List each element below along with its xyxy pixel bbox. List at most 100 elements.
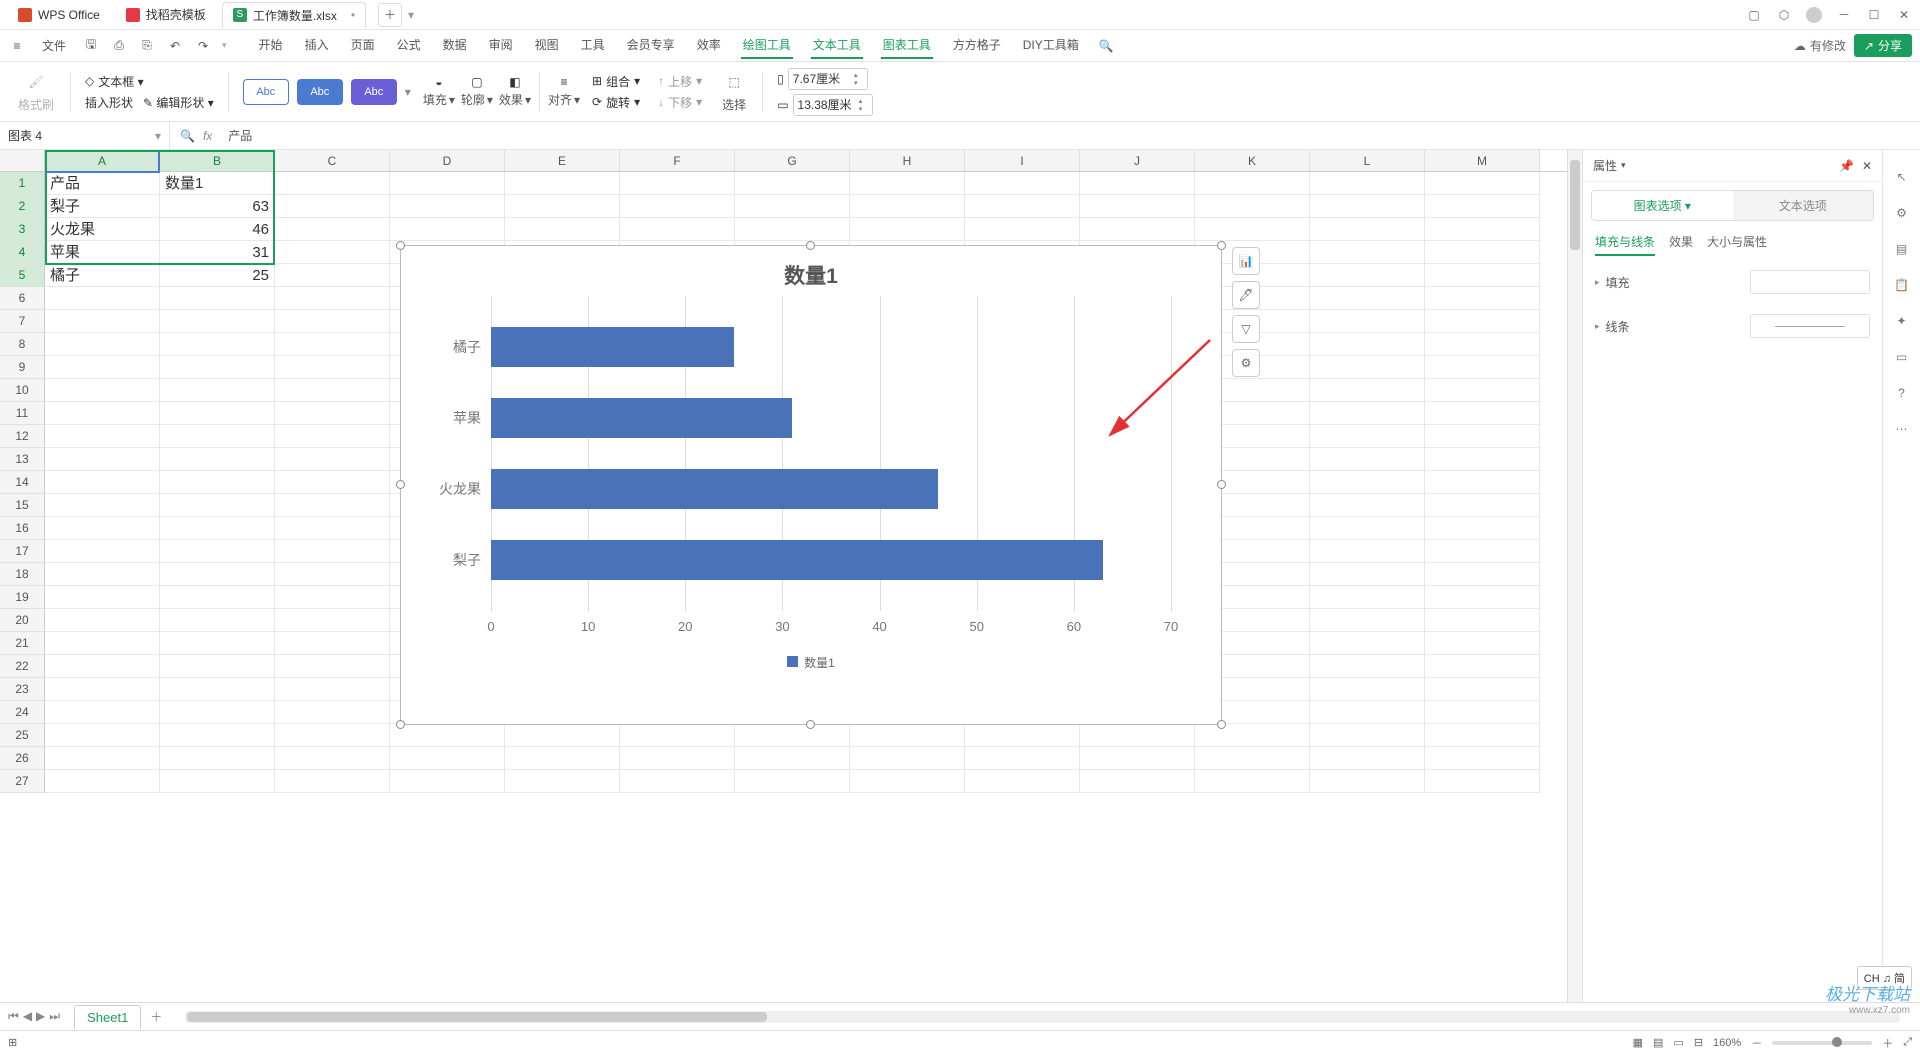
cell[interactable] (45, 517, 160, 540)
cell[interactable] (620, 172, 735, 195)
cell[interactable] (1310, 494, 1425, 517)
cell[interactable] (160, 287, 275, 310)
settings-side-icon[interactable]: ⚙ (1896, 206, 1907, 220)
resize-handle[interactable] (396, 480, 405, 489)
cell[interactable] (850, 724, 965, 747)
col-header[interactable]: J (1080, 150, 1195, 171)
row-header[interactable]: 10 (0, 379, 45, 402)
cell[interactable] (45, 310, 160, 333)
resize-handle[interactable] (1217, 480, 1226, 489)
chart-object[interactable]: 数量1 010203040506070橘子苹果火龙果梨子 数量1 (400, 245, 1222, 725)
cell[interactable] (1425, 586, 1540, 609)
cell[interactable] (1425, 402, 1540, 425)
cell[interactable] (160, 724, 275, 747)
chart-plot-area[interactable]: 010203040506070橘子苹果火龙果梨子 (491, 296, 1171, 646)
cell[interactable] (1425, 494, 1540, 517)
effect-dropdown[interactable]: ◧效果▾ (499, 75, 531, 108)
resize-handle[interactable] (806, 241, 815, 250)
hamburger-icon[interactable]: ≡ (8, 37, 26, 55)
search-icon[interactable]: 🔍 (1099, 39, 1114, 53)
cell[interactable] (1310, 310, 1425, 333)
row-header[interactable]: 15 (0, 494, 45, 517)
ribbon-tab-9[interactable]: 效率 (695, 32, 723, 59)
cell[interactable]: 产品 (45, 172, 160, 195)
ribbon-tab-14[interactable]: DIY工具箱 (1021, 32, 1081, 59)
resize-handle[interactable] (1217, 241, 1226, 250)
row-header[interactable]: 27 (0, 770, 45, 793)
cell[interactable] (1310, 609, 1425, 632)
cell[interactable] (45, 333, 160, 356)
chart-styles-button[interactable]: 🖊 (1232, 281, 1260, 309)
cell[interactable] (390, 195, 505, 218)
sheet-next-icon[interactable]: ▶ (36, 1009, 45, 1024)
row-header[interactable]: 13 (0, 448, 45, 471)
fx-icon[interactable]: fx (203, 129, 212, 143)
row-header[interactable]: 18 (0, 563, 45, 586)
cell[interactable]: 梨子 (45, 195, 160, 218)
row-header[interactable]: 20 (0, 609, 45, 632)
cell[interactable] (160, 517, 275, 540)
ribbon-tab-0[interactable]: 开始 (257, 32, 285, 59)
row-header[interactable]: 9 (0, 356, 45, 379)
cell[interactable] (1310, 747, 1425, 770)
text-options-tab[interactable]: 文本选项 (1733, 191, 1874, 220)
cell[interactable] (1310, 655, 1425, 678)
cell[interactable] (1310, 218, 1425, 241)
sheet-first-icon[interactable]: ⏮ (8, 1009, 19, 1024)
insert-shape-button[interactable]: 插入形状 (85, 94, 133, 111)
cell[interactable] (1425, 724, 1540, 747)
cube-icon[interactable]: ⬡ (1776, 7, 1792, 23)
redo-icon[interactable]: ↷ (194, 37, 212, 55)
cell[interactable] (45, 609, 160, 632)
cell[interactable] (1425, 701, 1540, 724)
cell[interactable] (850, 172, 965, 195)
print-preview-icon[interactable]: ⎘ (138, 37, 156, 55)
cell[interactable] (850, 218, 965, 241)
cell[interactable] (1425, 655, 1540, 678)
cell[interactable] (390, 172, 505, 195)
resize-handle[interactable] (396, 720, 405, 729)
cell[interactable] (505, 724, 620, 747)
sheet-prev-icon[interactable]: ◀ (23, 1009, 32, 1024)
cell[interactable] (45, 747, 160, 770)
cell[interactable] (275, 724, 390, 747)
row-header[interactable]: 12 (0, 425, 45, 448)
cell[interactable] (1310, 195, 1425, 218)
cell[interactable] (1195, 747, 1310, 770)
row-header[interactable]: 7 (0, 310, 45, 333)
cell[interactable] (160, 747, 275, 770)
cell[interactable] (850, 195, 965, 218)
cell[interactable] (45, 770, 160, 793)
chart-settings-button[interactable]: ⚙ (1232, 349, 1260, 377)
ribbon-tab-8[interactable]: 会员专享 (625, 32, 677, 59)
ribbon-tab-3[interactable]: 公式 (395, 32, 423, 59)
col-header[interactable]: G (735, 150, 850, 171)
row-header[interactable]: 4 (0, 241, 45, 264)
cell[interactable] (275, 264, 390, 287)
bar[interactable] (491, 327, 734, 367)
cell[interactable] (965, 770, 1080, 793)
cell[interactable]: 25 (160, 264, 275, 287)
cell[interactable] (45, 379, 160, 402)
cell[interactable] (275, 494, 390, 517)
sheet-last-icon[interactable]: ⏭ (49, 1009, 60, 1024)
ribbon-tab-10[interactable]: 绘图工具 (741, 32, 793, 59)
link-icon[interactable]: ✦ (1896, 314, 1906, 328)
close-icon[interactable]: ✕ (1896, 7, 1912, 23)
view-normal-icon[interactable]: ▦ (1633, 1036, 1643, 1049)
row-header[interactable]: 6 (0, 287, 45, 310)
ribbon-tab-6[interactable]: 视图 (533, 32, 561, 59)
app-tab[interactable]: WPS Office (8, 2, 110, 28)
col-header[interactable]: L (1310, 150, 1425, 171)
modified-badge[interactable]: ☁ 有修改 (1794, 37, 1846, 54)
cell[interactable] (965, 218, 1080, 241)
cell[interactable] (1310, 264, 1425, 287)
col-header[interactable]: A (45, 150, 160, 171)
cell[interactable] (160, 586, 275, 609)
cell[interactable] (965, 172, 1080, 195)
row-header[interactable]: 23 (0, 678, 45, 701)
zoom-value[interactable]: 160% (1713, 1037, 1741, 1049)
cell[interactable] (1425, 540, 1540, 563)
group-button[interactable]: ⊞ 组合 ▾ (586, 73, 646, 90)
undo-icon[interactable]: ↶ (166, 37, 184, 55)
